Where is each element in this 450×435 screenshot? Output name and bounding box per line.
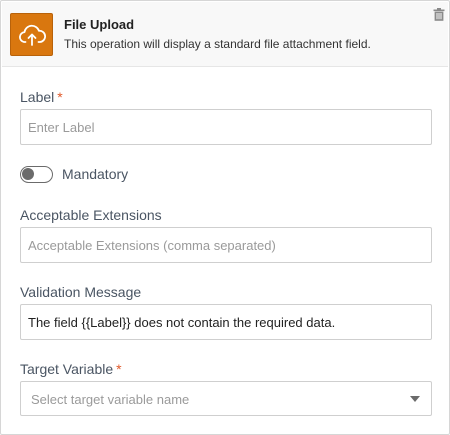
required-indicator: * <box>116 361 122 377</box>
label-field-label: Label * <box>20 89 63 105</box>
target-variable-placeholder: Select target variable name <box>31 392 190 407</box>
label-field-label-text: Label <box>20 89 55 105</box>
target-variable-label-text: Target Variable <box>20 361 114 377</box>
mandatory-label: Mandatory <box>62 166 129 182</box>
cloud-upload-icon <box>10 13 53 56</box>
validation-message-input[interactable] <box>20 304 432 340</box>
chevron-down-icon <box>410 396 420 402</box>
target-variable-select[interactable]: Select target variable name <box>20 381 432 416</box>
file-upload-operation-card: File Upload This operation will display … <box>0 0 450 435</box>
operation-description: This operation will display a standard f… <box>64 37 371 51</box>
operation-title: File Upload <box>64 17 135 32</box>
extensions-field-label: Acceptable Extensions <box>20 207 162 223</box>
extensions-input[interactable] <box>20 227 432 263</box>
toggle-knob <box>22 168 34 180</box>
trash-icon[interactable] <box>433 8 445 21</box>
validation-field-label: Validation Message <box>20 284 142 300</box>
label-input[interactable] <box>20 109 432 145</box>
target-variable-field-label: Target Variable * <box>20 361 122 377</box>
operation-header: File Upload This operation will display … <box>2 2 448 67</box>
mandatory-toggle[interactable] <box>20 166 53 183</box>
required-indicator: * <box>57 89 63 105</box>
